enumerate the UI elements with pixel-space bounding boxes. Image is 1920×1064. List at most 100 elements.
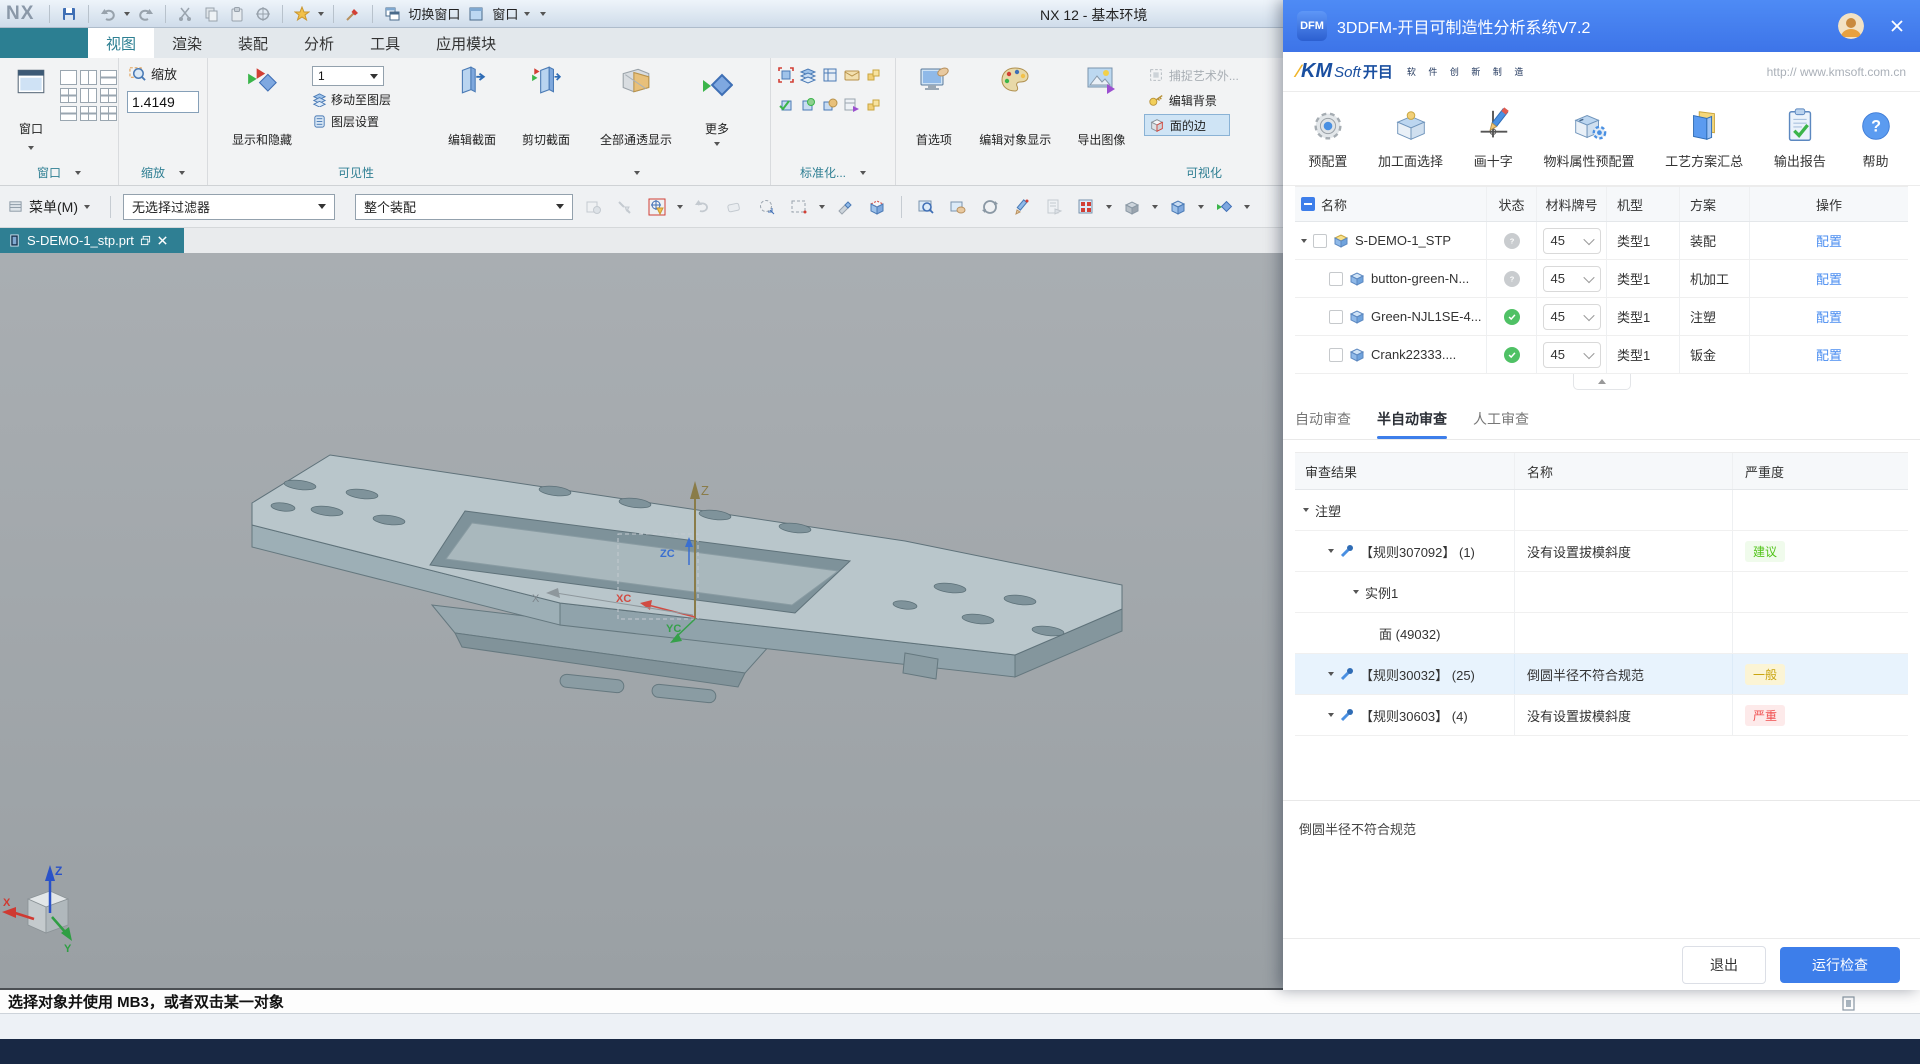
render-style-dropdown[interactable]: [1152, 205, 1158, 209]
process-plan-summary-button[interactable]: 工艺方案汇总: [1665, 107, 1743, 170]
face-edges-button[interactable]: 面的边: [1144, 114, 1230, 136]
layer-settings-button[interactable]: 图层设置: [312, 113, 430, 130]
collapse-table-button[interactable]: [1573, 374, 1631, 390]
material-select[interactable]: 45: [1543, 228, 1601, 254]
result-row-instance[interactable]: 实例1: [1295, 572, 1908, 613]
show-hide-mini-dropdown[interactable]: [1244, 205, 1250, 209]
selection-filter-combo[interactable]: 无选择过滤器: [123, 194, 335, 220]
collapse-caret[interactable]: [1301, 239, 1307, 243]
window-menu-button[interactable]: [466, 4, 486, 24]
configure-link[interactable]: 配置: [1816, 231, 1842, 250]
window-button[interactable]: 窗口: [8, 60, 54, 156]
edit-section-button[interactable]: 编辑截面: [440, 58, 504, 154]
switch-window-button[interactable]: [382, 4, 402, 24]
draw-cross-button[interactable]: 画十字: [1474, 107, 1513, 170]
pencil-button[interactable]: [1010, 195, 1034, 219]
group-label-visualization[interactable]: 可视化: [895, 160, 1283, 185]
result-row-rule-selected[interactable]: 【规则30032】 (25) 倒圆半径不符合规范 一般: [1295, 654, 1908, 695]
group-label-standard[interactable]: 标准化...: [770, 160, 895, 185]
result-row-rule[interactable]: 【规则30603】 (4) 没有设置拔模斜度 严重: [1295, 695, 1908, 736]
part-tab[interactable]: S-DEMO-1_stp.prt: [0, 228, 184, 253]
dashed-circle-button[interactable]: [755, 195, 779, 219]
rect-select-dropdown[interactable]: [819, 205, 825, 209]
paste-button[interactable]: [227, 4, 247, 24]
row-checkbox[interactable]: [1329, 348, 1343, 362]
render-style-button[interactable]: [1120, 195, 1144, 219]
sketch-star-dropdown[interactable]: [318, 12, 324, 16]
work-layer-combo[interactable]: 1: [312, 66, 384, 86]
row-checkbox[interactable]: [1313, 234, 1327, 248]
material-select[interactable]: 45: [1543, 342, 1601, 368]
configure-link[interactable]: 配置: [1816, 345, 1842, 364]
row-checkbox[interactable]: [1329, 310, 1343, 324]
table-row[interactable]: Crank22333.... 45 类型1 钣金 配置: [1295, 336, 1908, 374]
material-preconfig-button[interactable]: 物料属性预配置: [1543, 107, 1634, 170]
result-row-face[interactable]: 面 (49032): [1295, 613, 1908, 654]
material-select[interactable]: 45: [1543, 304, 1601, 330]
preferences-button[interactable]: 首选项: [906, 58, 962, 154]
restore-window-icon[interactable]: [140, 235, 151, 246]
group-label-window[interactable]: 窗口: [0, 160, 118, 185]
undo-dropdown[interactable]: [124, 12, 130, 16]
grid-view-button[interactable]: [1074, 195, 1098, 219]
window-menu-label[interactable]: 窗口: [492, 4, 518, 23]
machining-face-select-button[interactable]: 加工面选择: [1378, 107, 1443, 170]
menu-button[interactable]: 菜单(M): [8, 197, 98, 217]
material-select[interactable]: 45: [1543, 266, 1601, 292]
grid-view-dropdown[interactable]: [1106, 205, 1112, 209]
zoom-button[interactable]: 缩放: [129, 64, 207, 83]
table-row[interactable]: button-green-N... ? 45 类型1 机加工 配置: [1295, 260, 1908, 298]
cut-button[interactable]: [175, 4, 195, 24]
clipboard-tray-icon[interactable]: [1840, 995, 1857, 1012]
group-label-zoom[interactable]: 缩放: [118, 160, 207, 185]
collapse-caret[interactable]: [1328, 713, 1334, 717]
pan-button[interactable]: [946, 195, 970, 219]
menu-tab-assembly[interactable]: 装配: [220, 28, 286, 58]
collapse-caret[interactable]: [1303, 508, 1309, 512]
zoom-area-button[interactable]: [914, 195, 938, 219]
export-image-button[interactable]: 导出图像: [1069, 58, 1134, 154]
collapse-caret[interactable]: [1328, 672, 1334, 676]
snap-point-dropdown[interactable]: [677, 205, 683, 209]
close-tab-icon[interactable]: [157, 235, 168, 246]
rotate-view-button[interactable]: [978, 195, 1002, 219]
window-menu-dropdown[interactable]: [524, 12, 530, 16]
move-to-layer-button[interactable]: 移动至图层: [312, 91, 430, 108]
view-cube-dropdown[interactable]: [1198, 205, 1204, 209]
menu-tab-applications[interactable]: 应用模块: [418, 28, 514, 58]
see-through-button[interactable]: 全部通透显示: [588, 58, 684, 154]
cube-top-button[interactable]: [865, 195, 889, 219]
edit-object-display-button[interactable]: 编辑对象显示: [972, 58, 1059, 154]
table-row[interactable]: Green-NJL1SE-4... 45 类型1 注塑 配置: [1295, 298, 1908, 336]
select-all-checkbox[interactable]: [1301, 197, 1315, 211]
menu-tab-tools[interactable]: 工具: [352, 28, 418, 58]
more-button[interactable]: 更多: [694, 58, 740, 154]
highlight-button[interactable]: [833, 195, 857, 219]
cad-part-model[interactable]: Z ZC XC YC X Z: [0, 253, 1283, 988]
show-hide-mini-button[interactable]: [1212, 195, 1236, 219]
user-avatar[interactable]: [1838, 13, 1864, 39]
menu-tab-render[interactable]: 渲染: [154, 28, 220, 58]
snap-point-button[interactable]: [645, 195, 669, 219]
exit-button[interactable]: 退出: [1682, 946, 1766, 984]
clip-section-button[interactable]: 剪切截面: [514, 58, 578, 154]
result-row-group[interactable]: 注塑: [1295, 490, 1908, 531]
undo-button[interactable]: [98, 4, 118, 24]
switch-window-label[interactable]: 切换窗口: [408, 4, 460, 23]
configure-link[interactable]: 配置: [1816, 269, 1842, 288]
copy-button[interactable]: [201, 4, 221, 24]
output-report-button[interactable]: 输出报告: [1774, 107, 1826, 170]
result-row-rule[interactable]: 【规则307092】 (1) 没有设置拔模斜度 建议: [1295, 531, 1908, 572]
redo-button[interactable]: [136, 4, 156, 24]
tab-manual-review[interactable]: 人工审查: [1473, 398, 1529, 439]
collapse-caret[interactable]: [1353, 590, 1359, 594]
help-button[interactable]: ? 帮助: [1857, 107, 1895, 170]
group-label-visibility[interactable]: 可见性: [207, 160, 770, 185]
row-checkbox[interactable]: [1329, 272, 1343, 286]
table-row[interactable]: S-DEMO-1_STP ? 45 类型1 装配 配置: [1295, 222, 1908, 260]
configure-link[interactable]: 配置: [1816, 307, 1842, 326]
menu-tab-view[interactable]: 视图: [88, 28, 154, 58]
brush-button[interactable]: [343, 4, 363, 24]
rect-select-button[interactable]: [787, 195, 811, 219]
qat-overflow-dropdown[interactable]: [540, 12, 546, 16]
